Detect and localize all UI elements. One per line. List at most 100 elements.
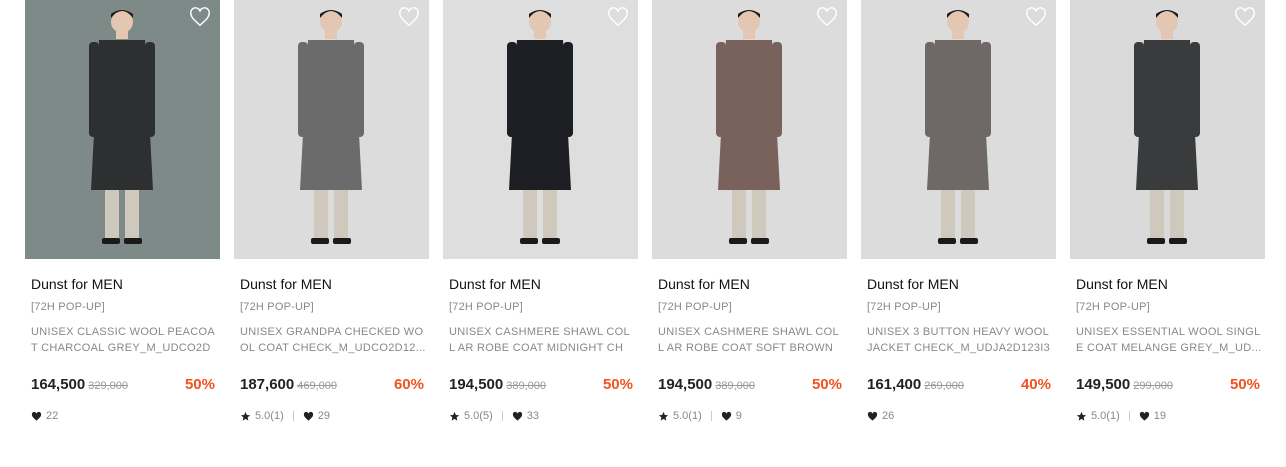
heart-icon [31, 411, 42, 422]
star-icon [658, 411, 669, 422]
product-card[interactable]: Dunst for MEN [72H POP-UP] UNISEX CASHME… [443, 0, 638, 467]
rating-value: 5.0(5) [464, 410, 493, 422]
product-brand[interactable]: Dunst for MEN [1076, 276, 1168, 292]
product-meta: 5.0(1) 9 [658, 410, 742, 422]
product-name[interactable]: UNISEX ESSENTIAL WOOL SINGL E COAT MELAN… [1076, 324, 1262, 356]
product-meta: 22 [31, 410, 58, 422]
like-count: 9 [735, 410, 742, 422]
like-count: 22 [46, 410, 59, 422]
product-brand[interactable]: Dunst for MEN [449, 276, 541, 292]
wishlist-heart-icon[interactable] [816, 7, 838, 27]
like-count: 33 [526, 410, 539, 422]
product-brand[interactable]: Dunst for MEN [658, 276, 750, 292]
sale-price: 164,500 [31, 376, 86, 393]
divider [292, 411, 294, 421]
product-tag: [72H POP-UP] [1076, 301, 1150, 313]
product-meta: 5.0(1) 19 [1076, 410, 1166, 422]
original-price: 389,000 [715, 380, 755, 392]
product-price: 194,500 389,000 [449, 376, 546, 393]
likes: 22 [31, 410, 58, 422]
product-name[interactable]: UNISEX CASHMERE SHAWL COLL AR ROBE COAT … [658, 324, 844, 356]
product-image[interactable] [861, 0, 1056, 259]
product-brand[interactable]: Dunst for MEN [31, 276, 123, 292]
product-card[interactable]: Dunst for MEN [72H POP-UP] UNISEX CLASSI… [25, 0, 220, 467]
product-image[interactable] [1070, 0, 1265, 259]
sale-price: 194,500 [658, 376, 713, 393]
wishlist-heart-icon[interactable] [607, 7, 629, 27]
product-tag: [72H POP-UP] [658, 301, 732, 313]
product-meta: 5.0(1) 29 [240, 410, 330, 422]
likes: 26 [867, 410, 894, 422]
product-card[interactable]: Dunst for MEN [72H POP-UP] UNISEX CASHME… [652, 0, 847, 467]
like-count: 26 [882, 410, 895, 422]
product-name[interactable]: UNISEX CASHMERE SHAWL COLL AR ROBE COAT … [449, 324, 635, 356]
rating-value: 5.0(1) [255, 410, 284, 422]
original-price: 389,000 [506, 380, 546, 392]
likes: 29 [303, 410, 330, 422]
heart-icon [1139, 411, 1150, 422]
product-price: 187,600 469,000 [240, 376, 337, 393]
heart-icon [303, 411, 314, 422]
discount-rate: 50% [184, 376, 215, 393]
original-price: 269,000 [924, 380, 964, 392]
star-icon [240, 411, 251, 422]
product-meta: 5.0(5) 33 [449, 410, 539, 422]
product-name[interactable]: UNISEX CLASSIC WOOL PEACOAT CHARCOAL GRE… [31, 324, 217, 356]
likes: 19 [1139, 410, 1166, 422]
product-tag: [72H POP-UP] [240, 301, 314, 313]
product-image[interactable] [234, 0, 429, 259]
original-price: 299,000 [1133, 380, 1173, 392]
rating: 5.0(1) [658, 410, 702, 422]
heart-icon [721, 411, 732, 422]
discount-rate: 50% [602, 376, 633, 393]
product-card[interactable]: Dunst for MEN [72H POP-UP] UNISEX 3 BUTT… [861, 0, 1056, 467]
star-icon [449, 411, 460, 422]
product-tag: [72H POP-UP] [449, 301, 523, 313]
product-card[interactable]: Dunst for MEN [72H POP-UP] UNISEX GRANDP… [234, 0, 429, 467]
sale-price: 161,400 [867, 376, 922, 393]
product-brand[interactable]: Dunst for MEN [240, 276, 332, 292]
sale-price: 187,600 [240, 376, 295, 393]
rating: 5.0(1) [240, 410, 284, 422]
divider [710, 411, 712, 421]
divider [501, 411, 503, 421]
divider [1128, 411, 1130, 421]
discount-rate: 40% [1020, 376, 1051, 393]
likes: 33 [512, 410, 539, 422]
product-price: 161,400 269,000 [867, 376, 964, 393]
original-price: 329,000 [88, 380, 128, 392]
star-icon [1076, 411, 1087, 422]
sale-price: 194,500 [449, 376, 504, 393]
product-tag: [72H POP-UP] [867, 301, 941, 313]
rating: 5.0(5) [449, 410, 493, 422]
discount-rate: 50% [811, 376, 842, 393]
product-name[interactable]: UNISEX 3 BUTTON HEAVY WOOL JACKET CHECK_… [867, 324, 1053, 356]
product-grid: Dunst for MEN [72H POP-UP] UNISEX CLASSI… [0, 0, 1286, 467]
wishlist-heart-icon[interactable] [1025, 7, 1047, 27]
discount-rate: 50% [1229, 376, 1260, 393]
like-count: 19 [1153, 410, 1166, 422]
rating-value: 5.0(1) [673, 410, 702, 422]
product-price: 194,500 389,000 [658, 376, 755, 393]
wishlist-heart-icon[interactable] [1234, 7, 1256, 27]
wishlist-heart-icon[interactable] [189, 7, 211, 27]
wishlist-heart-icon[interactable] [398, 7, 420, 27]
product-image[interactable] [25, 0, 220, 259]
product-tag: [72H POP-UP] [31, 301, 105, 313]
product-image[interactable] [443, 0, 638, 259]
original-price: 469,000 [297, 380, 337, 392]
product-image[interactable] [652, 0, 847, 259]
like-count: 29 [317, 410, 330, 422]
discount-rate: 60% [393, 376, 424, 393]
product-meta: 26 [867, 410, 894, 422]
product-brand[interactable]: Dunst for MEN [867, 276, 959, 292]
product-price: 164,500 329,000 [31, 376, 128, 393]
likes: 9 [721, 410, 742, 422]
rating-value: 5.0(1) [1091, 410, 1120, 422]
product-card[interactable]: Dunst for MEN [72H POP-UP] UNISEX ESSENT… [1070, 0, 1265, 467]
heart-icon [512, 411, 523, 422]
product-name[interactable]: UNISEX GRANDPA CHECKED WO OL COAT CHECK_… [240, 324, 426, 356]
rating: 5.0(1) [1076, 410, 1120, 422]
sale-price: 149,500 [1076, 376, 1131, 393]
heart-icon [867, 411, 878, 422]
